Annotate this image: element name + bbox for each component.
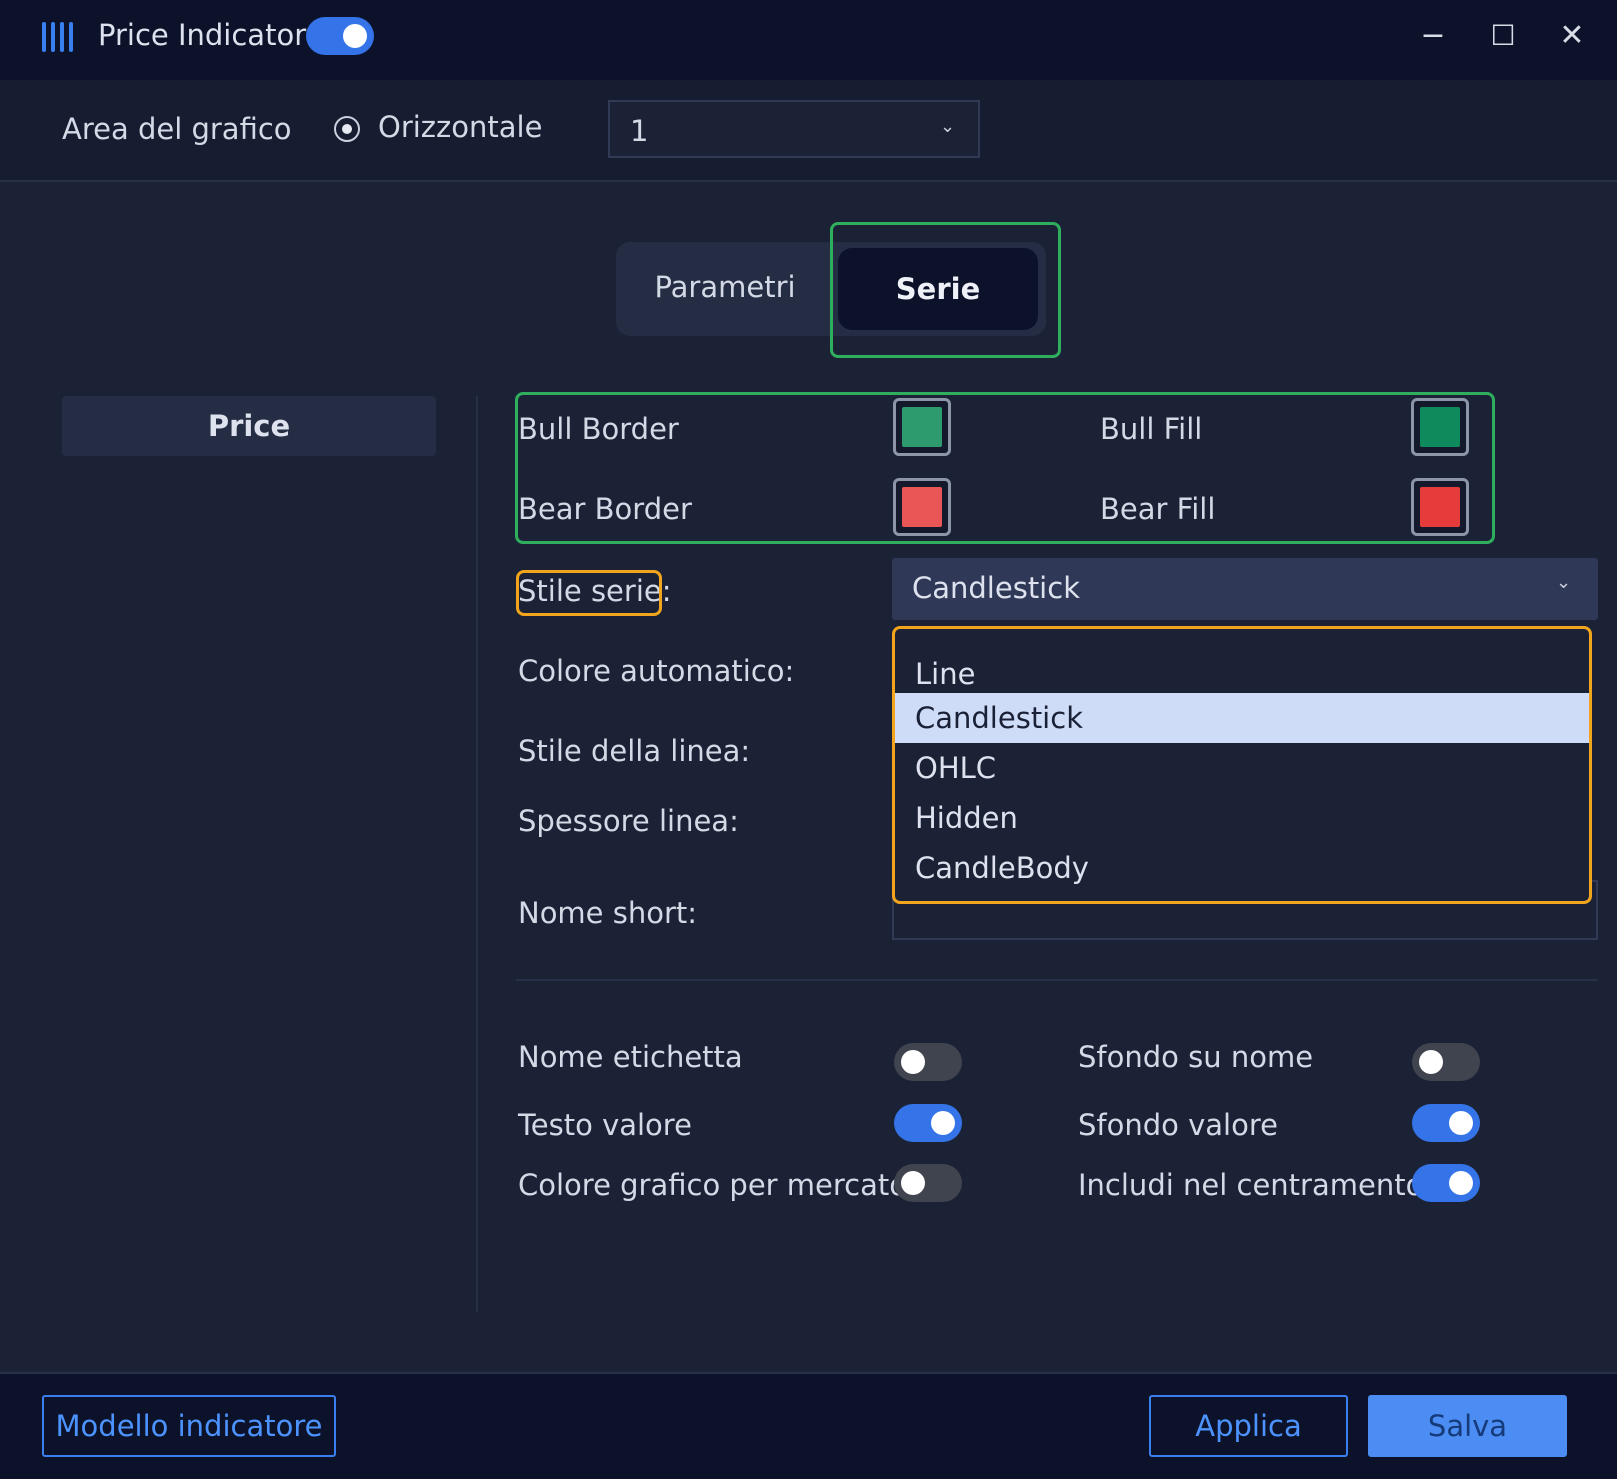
value-background-toggle-label: Sfondo valore <box>1078 1108 1278 1142</box>
label-name-toggle-label: Nome etichetta <box>518 1040 743 1074</box>
dropdown-option-ohlc[interactable]: OHLC <box>895 743 1589 793</box>
include-centering-toggle-label: Includi nel centramento <box>1078 1168 1424 1202</box>
orientation-radio[interactable] <box>334 116 360 142</box>
panel-divider <box>476 396 478 1312</box>
short-name-label: Nome short: <box>518 896 698 930</box>
indicator-enabled-toggle[interactable] <box>306 17 374 55</box>
name-background-toggle[interactable] <box>1412 1043 1480 1081</box>
market-chart-color-toggle[interactable] <box>894 1164 962 1202</box>
colors-highlight-box <box>515 392 1495 544</box>
dropdown-option-candlestick[interactable]: Candlestick <box>895 693 1589 743</box>
sidebar-item-price[interactable]: Price <box>62 396 436 456</box>
indicator-bars-icon <box>42 22 74 52</box>
value-background-toggle[interactable] <box>1412 1104 1480 1142</box>
section-divider <box>516 979 1598 981</box>
apply-button[interactable]: Applica <box>1149 1395 1348 1457</box>
include-centering-toggle[interactable] <box>1412 1164 1480 1202</box>
label-name-toggle[interactable] <box>894 1043 962 1081</box>
auto-color-label: Colore automatico: <box>518 654 795 688</box>
save-button[interactable]: Salva <box>1368 1395 1567 1457</box>
chart-area-value: 1 <box>630 114 649 148</box>
dropdown-option-hidden[interactable]: Hidden <box>895 793 1589 843</box>
dropdown-option-candlebody[interactable]: CandleBody <box>895 843 1589 893</box>
value-text-toggle-label: Testo valore <box>518 1108 692 1142</box>
indicator-template-button[interactable]: Modello indicatore <box>42 1395 336 1457</box>
chart-area-label: Area del grafico <box>62 112 292 146</box>
line-width-label: Spessore linea: <box>518 804 739 838</box>
chevron-down-icon: ⌄ <box>940 116 956 137</box>
close-icon[interactable]: ✕ <box>1547 14 1597 58</box>
chevron-down-icon: ⌄ <box>1556 572 1572 593</box>
series-style-label-highlight <box>516 570 662 616</box>
minimize-icon[interactable]: − <box>1408 14 1458 58</box>
market-chart-color-toggle-label: Colore grafico per mercato <box>518 1168 908 1202</box>
chart-area-select[interactable]: 1 ⌄ <box>608 100 980 158</box>
window-title: Price Indicator <box>98 18 307 52</box>
tab-parametri[interactable]: Parametri <box>650 270 800 304</box>
maximize-icon[interactable]: ☐ <box>1478 14 1528 58</box>
series-style-dropdown: Line Candlestick OHLC Hidden CandleBody <box>892 626 1592 904</box>
dropdown-option-line[interactable]: Line <box>895 649 1589 699</box>
line-style-label: Stile della linea: <box>518 734 751 768</box>
series-style-select[interactable]: Candlestick ⌄ <box>892 558 1598 620</box>
orientation-label[interactable]: Orizzontale <box>378 110 542 144</box>
tab-highlight-box <box>830 222 1061 358</box>
series-style-value: Candlestick <box>912 571 1080 605</box>
name-background-toggle-label: Sfondo su nome <box>1078 1040 1314 1074</box>
value-text-toggle[interactable] <box>894 1104 962 1142</box>
